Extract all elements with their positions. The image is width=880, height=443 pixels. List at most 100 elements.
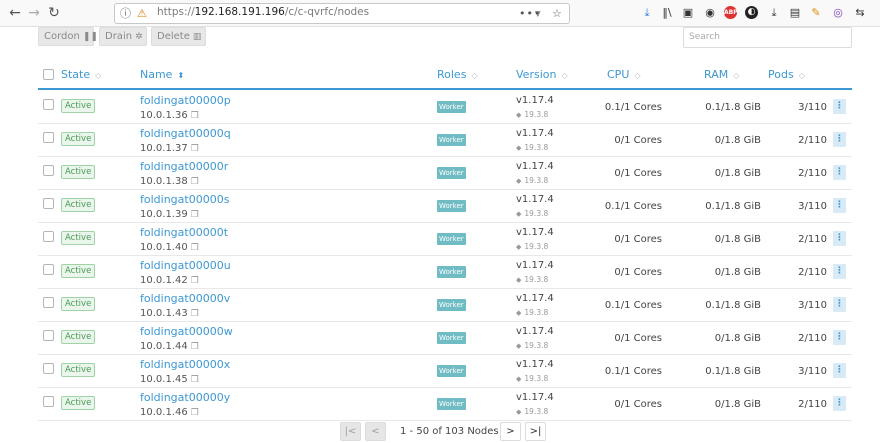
copy-icon[interactable]: ❐ [191, 407, 199, 420]
node-ip: 10.0.1.42 ❐ [140, 274, 199, 288]
copy-icon[interactable]: ❐ [191, 110, 199, 123]
download-arrow-icon[interactable]: ⤓ [766, 5, 782, 21]
node-name-link[interactable]: foldingat00000q [140, 127, 231, 140]
row-actions-menu-icon[interactable]: ⋮ [833, 396, 846, 411]
first-page-button[interactable]: |< [340, 422, 361, 441]
last-page-button[interactable]: >| [525, 422, 546, 441]
select-all-checkbox[interactable] [43, 69, 54, 80]
row-checkbox[interactable] [43, 297, 54, 308]
row-actions-menu-icon[interactable]: ⋮ [833, 132, 846, 147]
column-header-state[interactable]: State ◇ [61, 68, 101, 83]
status-badge: Active [61, 198, 96, 212]
node-ip-text: 10.0.1.36 [140, 110, 188, 121]
row-checkbox[interactable] [43, 165, 54, 176]
sidebar-icon[interactable]: ▣ [680, 5, 696, 21]
node-name-link[interactable]: foldingat00000u [140, 259, 231, 272]
reload-icon[interactable]: ↻ [45, 4, 63, 22]
kubelet-version: v1.17.4 [516, 293, 554, 304]
node-name-link[interactable]: foldingat00000w [140, 325, 233, 338]
node-name-link[interactable]: foldingat00000y [140, 391, 230, 404]
pods-usage: 2/110 [798, 267, 827, 278]
forward-arrow-icon[interactable]: → [25, 4, 43, 22]
node-ip-text: 10.0.1.46 [140, 407, 188, 418]
kubelet-version: v1.17.4 [516, 128, 554, 139]
pods-usage: 2/110 [798, 135, 827, 146]
copy-icon[interactable]: ❐ [191, 275, 199, 288]
ram-usage: 0.1/1.8 GiB [705, 201, 761, 212]
column-header-version[interactable]: Version ◇ [516, 68, 568, 83]
copy-icon[interactable]: ❐ [191, 209, 199, 222]
notes-icon[interactable]: ▤ [787, 5, 803, 21]
delete-button[interactable]: Delete ▥ [151, 27, 206, 46]
bookmark-star-icon[interactable]: ☆ [552, 5, 562, 22]
table-row: Active foldingat00000x 10.0.1.45 ❐ Worker v1.… [38, 355, 852, 388]
node-name-link[interactable]: foldingat00000v [140, 292, 230, 305]
copy-icon[interactable]: ❐ [191, 176, 199, 189]
status-badge: Active [61, 363, 96, 377]
downloads-icon[interactable]: ⤓ [639, 5, 655, 21]
copy-icon[interactable]: ❐ [191, 308, 199, 321]
row-actions-menu-icon[interactable]: ⋮ [833, 198, 846, 213]
column-header-roles[interactable]: Roles ◇ [437, 68, 478, 83]
pods-usage: 3/110 [798, 102, 827, 113]
copy-icon[interactable]: ❐ [191, 143, 199, 156]
column-header-name[interactable]: Name ⬍ [140, 68, 184, 83]
row-actions-menu-icon[interactable]: ⋮ [833, 363, 846, 378]
url-text[interactable]: https://192.168.191.196/c/c-qvrfc/nodes [157, 6, 369, 18]
kubelet-version: v1.17.4 [516, 194, 554, 205]
row-actions-menu-icon[interactable]: ⋮ [833, 99, 846, 114]
cordon-button[interactable]: Cordon ❚❚ [38, 27, 98, 46]
column-header-pods[interactable]: Pods ◇ [768, 68, 805, 83]
prev-page-button[interactable]: < [365, 422, 386, 441]
row-checkbox[interactable] [43, 132, 54, 143]
page-info-icon[interactable]: ⓘ [120, 6, 131, 21]
status-badge: Active [61, 297, 96, 311]
pocket-icon[interactable]: ▿ [535, 5, 541, 22]
row-checkbox[interactable] [43, 231, 54, 242]
copy-icon[interactable]: ❐ [191, 341, 199, 354]
table-row: Active foldingat00000w 10.0.1.44 ❐ Worker v1.… [38, 322, 852, 355]
row-checkbox[interactable] [43, 396, 54, 407]
node-name-link[interactable]: foldingat00000x [140, 358, 230, 371]
docker-icon: ◆ [516, 144, 522, 152]
row-actions-menu-icon[interactable]: ⋮ [833, 297, 846, 312]
ram-usage: 0/1.8 GiB [714, 333, 761, 344]
row-checkbox[interactable] [43, 264, 54, 275]
drain-button[interactable]: Drain ✲ [99, 27, 147, 46]
adblock-icon[interactable]: ABP [724, 6, 738, 19]
extension-puzzle-icon[interactable]: ⇆ [852, 5, 868, 21]
insecure-lock-icon[interactable]: ⚠ [137, 6, 147, 21]
library-icon[interactable]: ‖\ [659, 5, 675, 21]
extension-brush-icon[interactable]: ✎ [808, 5, 824, 21]
row-checkbox[interactable] [43, 363, 54, 374]
back-arrow-icon[interactable]: ← [6, 4, 24, 22]
account-icon[interactable]: ◉ [702, 5, 718, 21]
row-checkbox[interactable] [43, 99, 54, 110]
ram-usage: 0/1.8 GiB [714, 168, 761, 179]
row-actions-menu-icon[interactable]: ⋮ [833, 264, 846, 279]
docker-version: ◆ 19.3.8 [516, 109, 548, 121]
row-checkbox[interactable] [43, 330, 54, 341]
row-actions-menu-icon[interactable]: ⋮ [833, 231, 846, 246]
row-checkbox[interactable] [43, 198, 54, 209]
node-name-link[interactable]: foldingat00000s [140, 193, 229, 206]
role-badge: Worker [437, 332, 466, 344]
docker-version-text: 19.3.8 [524, 143, 549, 152]
row-actions-menu-icon[interactable]: ⋮ [833, 330, 846, 345]
pods-usage: 3/110 [798, 201, 827, 212]
node-name-link[interactable]: foldingat00000t [140, 226, 228, 239]
column-header-cpu[interactable]: CPU ◇ [607, 68, 641, 83]
node-name-link[interactable]: foldingat00000p [140, 94, 231, 107]
extension-circle-icon[interactable]: ◎ [830, 5, 846, 21]
row-actions-menu-icon[interactable]: ⋮ [833, 165, 846, 180]
copy-icon[interactable]: ❐ [191, 374, 199, 387]
extension-dark-icon[interactable]: ◐ [745, 6, 758, 19]
search-input[interactable]: Search [683, 27, 852, 48]
address-bar[interactable]: ⓘ ⚠ https://192.168.191.196/c/c-qvrfc/no… [114, 3, 570, 24]
node-name-link[interactable]: foldingat00000r [140, 160, 228, 173]
next-page-button[interactable]: > [500, 422, 521, 441]
column-header-ram[interactable]: RAM ◇ [704, 68, 739, 83]
copy-icon[interactable]: ❐ [191, 242, 199, 255]
role-badge: Worker [437, 200, 466, 212]
docker-version-text: 19.3.8 [524, 341, 549, 350]
